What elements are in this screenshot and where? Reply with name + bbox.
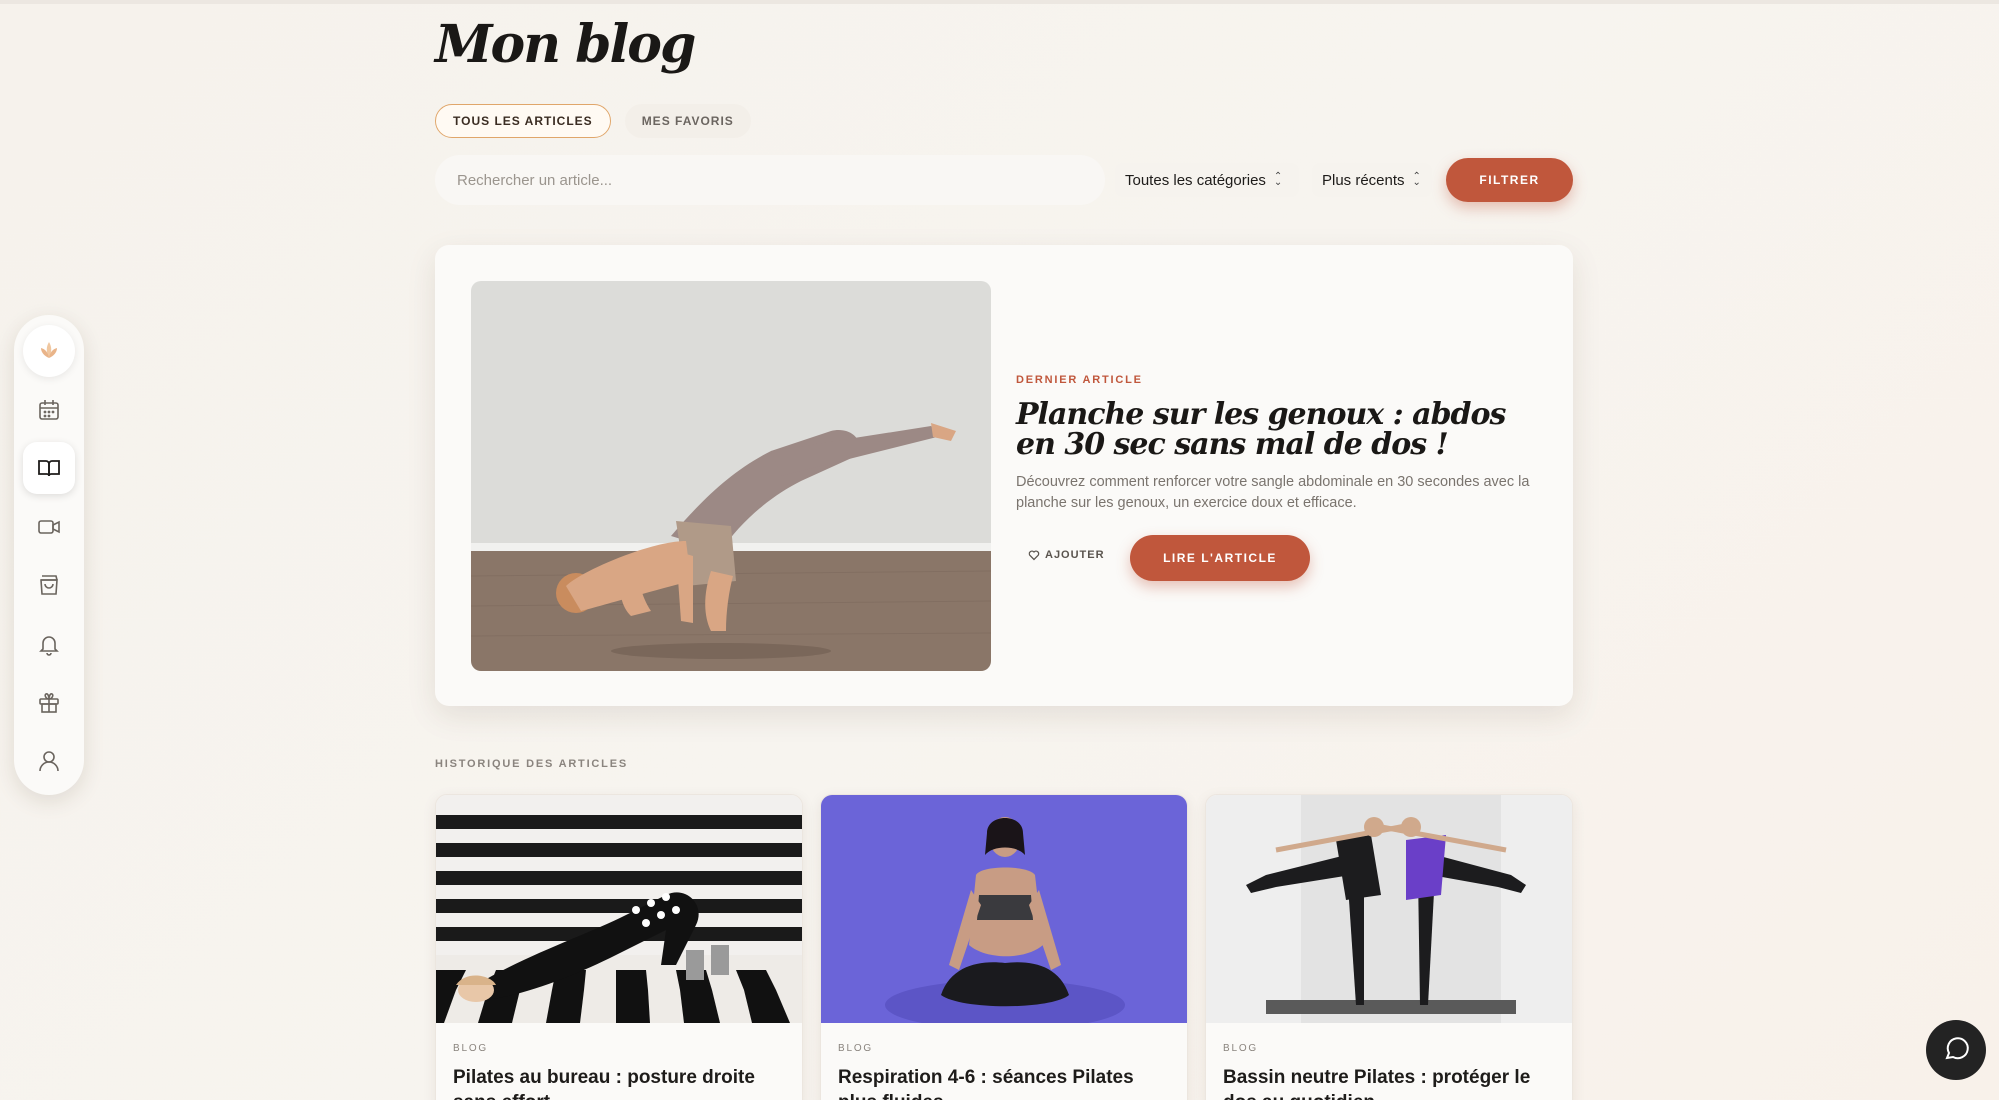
book-open-icon (38, 460, 60, 477)
page-title: Mon blog (435, 14, 696, 75)
featured-article-image[interactable] (471, 281, 991, 671)
article-card-category: BLOG (453, 1043, 488, 1054)
search-input[interactable] (435, 155, 1105, 205)
chevron-up-down-icon: ⌃ ⌄ (1273, 171, 1283, 188)
tab-favorites[interactable]: MES FAVORIS (624, 104, 751, 138)
sidebar-item-calendar[interactable] (23, 384, 75, 436)
partner-yoga-photo (1206, 795, 1572, 1023)
article-tabs: TOUS LES ARTICLES MES FAVORIS (435, 104, 751, 138)
featured-title[interactable]: Planche sur les genoux : abdos en 30 sec… (1016, 400, 1536, 460)
article-card-title[interactable]: Pilates au bureau : posture droite sans … (453, 1065, 793, 1100)
pilates-checkered-photo (436, 795, 802, 1023)
shopping-bag-icon (40, 575, 58, 595)
calendar-icon (39, 399, 59, 420)
sidebar-item-blog[interactable] (23, 442, 75, 494)
article-card[interactable]: BLOG Bassin neutre Pilates : protéger le… (1205, 794, 1573, 1100)
history-section-label: HISTORIQUE DES ARTICLES (435, 758, 628, 770)
featured-article-card: DERNIER ARTICLE Planche sur les genoux :… (435, 245, 1573, 706)
article-history-list: BLOG Pilates au bureau : posture droite … (435, 794, 1573, 1100)
chat-bubble-icon (1945, 1037, 1969, 1060)
top-border (0, 0, 1999, 4)
article-card-category: BLOG (838, 1043, 873, 1054)
sort-select[interactable]: Plus récents ⌃ ⌄ (1312, 163, 1432, 197)
user-icon (39, 750, 59, 771)
chat-button[interactable] (1926, 1020, 1986, 1080)
lotus-logo-icon (41, 342, 57, 358)
filter-bar: Toutes les catégories ⌃⌄ Plus récents ⌃⌄… (435, 155, 1573, 205)
featured-eyebrow: DERNIER ARTICLE (1016, 374, 1143, 386)
featured-description: Découvrez comment renforcer votre sangle… (1016, 474, 1530, 511)
chevron-up-down-icon: ⌃ ⌄ (1412, 171, 1421, 188)
category-select[interactable]: Toutes les catégories ⌃ ⌄ (1115, 163, 1299, 197)
heart-icon (1028, 550, 1040, 561)
add-favorite-label: AJOUTER (1045, 549, 1105, 561)
sidebar-item-home[interactable] (23, 325, 75, 377)
yoga-pose-photo (471, 281, 991, 671)
sidebar-item-profile[interactable] (23, 735, 75, 787)
read-article-button[interactable]: LIRE L'ARTICLE (1130, 535, 1310, 581)
sidebar-item-shop[interactable] (23, 559, 75, 611)
filter-button[interactable]: FILTRER (1446, 158, 1573, 202)
bell-icon (39, 635, 59, 656)
article-card-category: BLOG (1223, 1043, 1258, 1054)
article-card-image (1206, 795, 1572, 1023)
article-card-image (436, 795, 802, 1023)
add-favorite-button[interactable]: AJOUTER (1028, 549, 1105, 561)
article-card-image (821, 795, 1187, 1023)
article-card[interactable]: BLOG Respiration 4-6 : séances Pilates p… (820, 794, 1188, 1100)
sidebar-nav (14, 315, 84, 795)
article-card[interactable]: BLOG Pilates au bureau : posture droite … (435, 794, 803, 1100)
sidebar-item-gifts[interactable] (23, 676, 75, 728)
tab-all-articles[interactable]: TOUS LES ARTICLES (435, 104, 611, 138)
gift-icon (39, 693, 59, 713)
video-icon (38, 519, 60, 534)
sidebar-item-notifications[interactable] (23, 618, 75, 670)
sort-select-value: Plus récents (1322, 171, 1405, 189)
article-card-title[interactable]: Bassin neutre Pilates : protéger le dos … (1223, 1065, 1563, 1100)
sidebar-item-videos[interactable] (23, 501, 75, 553)
article-card-title[interactable]: Respiration 4-6 : séances Pilates plus f… (838, 1065, 1178, 1100)
category-select-value: Toutes les catégories (1125, 171, 1266, 189)
meditation-photo (821, 795, 1187, 1023)
